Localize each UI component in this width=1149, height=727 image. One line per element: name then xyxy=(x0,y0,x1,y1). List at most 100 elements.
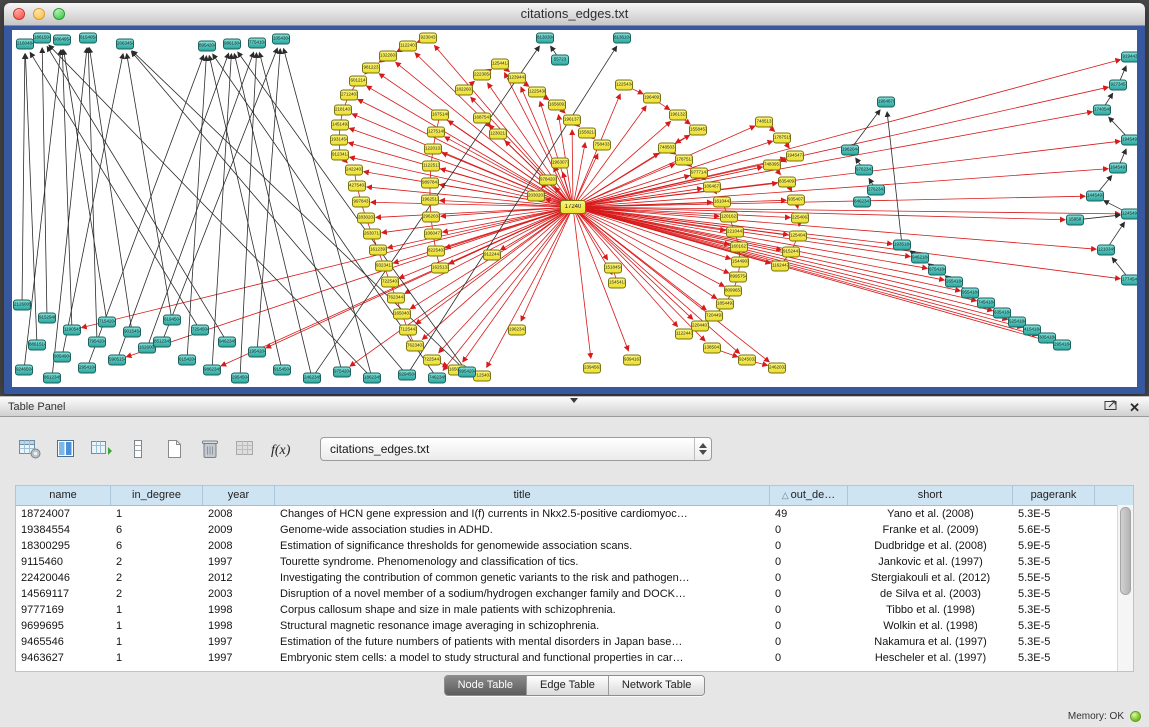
graph-node[interactable]: 8099653 xyxy=(724,286,742,297)
graph-node[interactable]: 6154204 xyxy=(178,355,196,366)
graph-node[interactable]: 9122443 xyxy=(483,250,501,261)
graph-node[interactable]: 1962044 xyxy=(841,145,859,156)
close-panel-icon[interactable]: ✕ xyxy=(1129,400,1140,415)
graph-node[interactable]: 1122513 xyxy=(422,161,440,172)
graph-node[interactable]: 2462032 xyxy=(768,363,786,374)
graph-node[interactable]: 9294504 xyxy=(398,370,416,381)
graph-node[interactable]: 8995754 xyxy=(729,272,747,283)
graph-node[interactable]: 1945493 xyxy=(1121,135,1137,146)
graph-node[interactable]: 1254043 xyxy=(789,231,807,242)
graph-node[interactable]: 8512345 xyxy=(153,337,171,348)
table-row[interactable]: 1456911722003Disruption of a novel membe… xyxy=(16,586,1133,602)
graph-node[interactable]: 919443 xyxy=(1121,52,1137,63)
graph-node[interactable]: 9152443 xyxy=(782,247,800,258)
graph-node[interactable]: 1687543 xyxy=(473,113,491,124)
graph-node[interactable]: 7225443 xyxy=(423,355,441,366)
graph-node[interactable]: 2954504 xyxy=(231,373,249,384)
table-row[interactable]: 977716911998Corpus callosum shape and si… xyxy=(16,602,1133,618)
graph-node[interactable]: 1822603 xyxy=(455,85,473,96)
delete-table-icon[interactable] xyxy=(232,437,259,461)
table-row[interactable]: 1938455462009Genome-wide association stu… xyxy=(16,522,1133,538)
scrollbar-thumb[interactable] xyxy=(1120,507,1131,595)
graph-node[interactable]: 1625133 xyxy=(431,263,449,274)
graph-node[interactable]: 2954104 xyxy=(78,363,96,374)
graph-node[interactable]: 9777143 xyxy=(690,168,708,179)
table-row[interactable]: 2242004622012Investigating the contribut… xyxy=(16,570,1133,586)
graph-node[interactable]: 7483953 xyxy=(763,160,781,171)
graph-node[interactable]: 1954204 xyxy=(248,347,266,358)
table-row[interactable]: 911546021997Tourette syndrome. Phenomeno… xyxy=(16,554,1133,570)
graph-node[interactable]: 1861504 xyxy=(33,33,51,44)
graph-node[interactable]: 9462184 xyxy=(911,253,929,264)
column-header-pagerank[interactable]: pagerank xyxy=(1013,486,1095,505)
graph-node[interactable]: 2210443 xyxy=(726,227,744,238)
graph-node[interactable]: 981223 xyxy=(362,63,380,74)
graph-node[interactable]: 1210345 xyxy=(1097,245,1115,256)
graph-node[interactable]: 1385043 xyxy=(703,343,721,354)
function-builder-icon[interactable]: f(x) xyxy=(268,437,295,461)
graph-node[interactable]: 2462345 xyxy=(303,373,321,384)
graph-node[interactable]: 2422403 xyxy=(345,165,363,176)
graph-node[interactable]: 9123413 xyxy=(331,150,349,161)
graph-node[interactable]: 1544903 xyxy=(731,257,749,268)
graph-node[interactable]: 1275140 xyxy=(427,127,445,138)
graph-node[interactable]: 1064673 xyxy=(703,182,721,193)
graph-node[interactable]: 1558213 xyxy=(578,128,596,139)
minimize-window-button[interactable] xyxy=(33,8,45,20)
graph-node[interactable]: 9246504 xyxy=(15,365,33,376)
graph-node[interactable]: 9245032 xyxy=(738,355,756,366)
graph-node[interactable]: 19648794 xyxy=(877,97,895,108)
graph-node[interactable]: 1962343 xyxy=(508,325,526,336)
graph-node[interactable]: 1518454 xyxy=(604,263,622,274)
show-columns-icon[interactable] xyxy=(52,437,79,461)
graph-node[interactable]: 7754104 xyxy=(248,38,266,49)
graph-node[interactable]: 2160484 xyxy=(16,39,34,50)
table-row[interactable]: 946362711997Embryonic stem cells: a mode… xyxy=(16,650,1133,666)
graph-node[interactable]: 1445493 xyxy=(1086,191,1104,202)
graph-node[interactable]: 1225434 xyxy=(615,80,633,91)
graph-node[interactable]: 1787515 xyxy=(773,133,791,144)
graph-node[interactable]: 1054304 xyxy=(272,34,290,45)
graph-node[interactable]: 9323413 xyxy=(375,261,393,272)
graph-node[interactable]: 1740549 xyxy=(1093,105,1111,116)
tab-network-table[interactable]: Network Table xyxy=(609,676,705,695)
graph-node[interactable]: 748503 xyxy=(658,143,676,154)
graph-node[interactable]: 9054904 xyxy=(53,352,71,363)
graph-node[interactable]: 2204407 xyxy=(691,321,709,332)
graph-node[interactable]: 1545413 xyxy=(608,278,626,289)
table-row[interactable]: 946554611997Estimation of the future num… xyxy=(16,634,1133,650)
graph-node[interactable]: 1201623 xyxy=(720,212,738,223)
graph-node[interactable]: 1230213 xyxy=(489,129,507,140)
column-header-in_degree[interactable]: in_degree xyxy=(111,486,203,505)
splitter-handle-icon[interactable] xyxy=(570,398,578,403)
graph-node[interactable]: 1162447 xyxy=(771,261,789,272)
graph-node[interactable]: 8754184 xyxy=(928,265,946,276)
graph-node[interactable]: 2030203 xyxy=(527,191,545,202)
graph-node[interactable]: 8354093 xyxy=(778,177,796,188)
graph-node[interactable]: 1190545 xyxy=(63,325,81,336)
table-selector-combo[interactable]: citations_edges.txt xyxy=(320,437,712,461)
graph-node[interactable]: 1963073 xyxy=(551,158,569,169)
graph-node[interactable]: 1122403 xyxy=(399,41,417,52)
column-header-year[interactable]: year xyxy=(203,486,275,505)
graph-node[interactable]: 1961373 xyxy=(563,115,581,126)
graph-node[interactable]: 1787513 xyxy=(675,155,693,166)
graph-node[interactable]: 1322603 xyxy=(379,51,397,62)
graph-node[interactable]: 8954204 xyxy=(198,41,216,52)
graph-node[interactable]: 7623443 xyxy=(387,293,405,304)
column-header-out_degree[interactable]: △out_de… xyxy=(770,486,848,505)
graph-node[interactable]: 7462345 xyxy=(428,373,446,384)
graph-node[interactable]: 1239443 xyxy=(508,73,526,84)
graph-node[interactable]: 7454184 xyxy=(977,298,995,309)
table-scrollbar[interactable] xyxy=(1117,505,1133,671)
tab-node-table[interactable]: Node Table xyxy=(445,676,527,695)
graph-node[interactable]: 8612345 xyxy=(43,373,61,384)
row-height-icon[interactable] xyxy=(124,437,151,461)
graph-node[interactable]: 1220133 xyxy=(424,144,442,155)
graph-node[interactable]: 1612393 xyxy=(369,245,387,256)
graph-node[interactable]: 8462343 xyxy=(853,197,871,208)
graph-node[interactable]: 7623403 xyxy=(406,341,424,352)
graph-node[interactable]: 2254063 xyxy=(791,213,809,224)
graph-node[interactable]: 1245493 xyxy=(1121,209,1137,220)
graph-node[interactable]: 923043 xyxy=(419,33,437,44)
